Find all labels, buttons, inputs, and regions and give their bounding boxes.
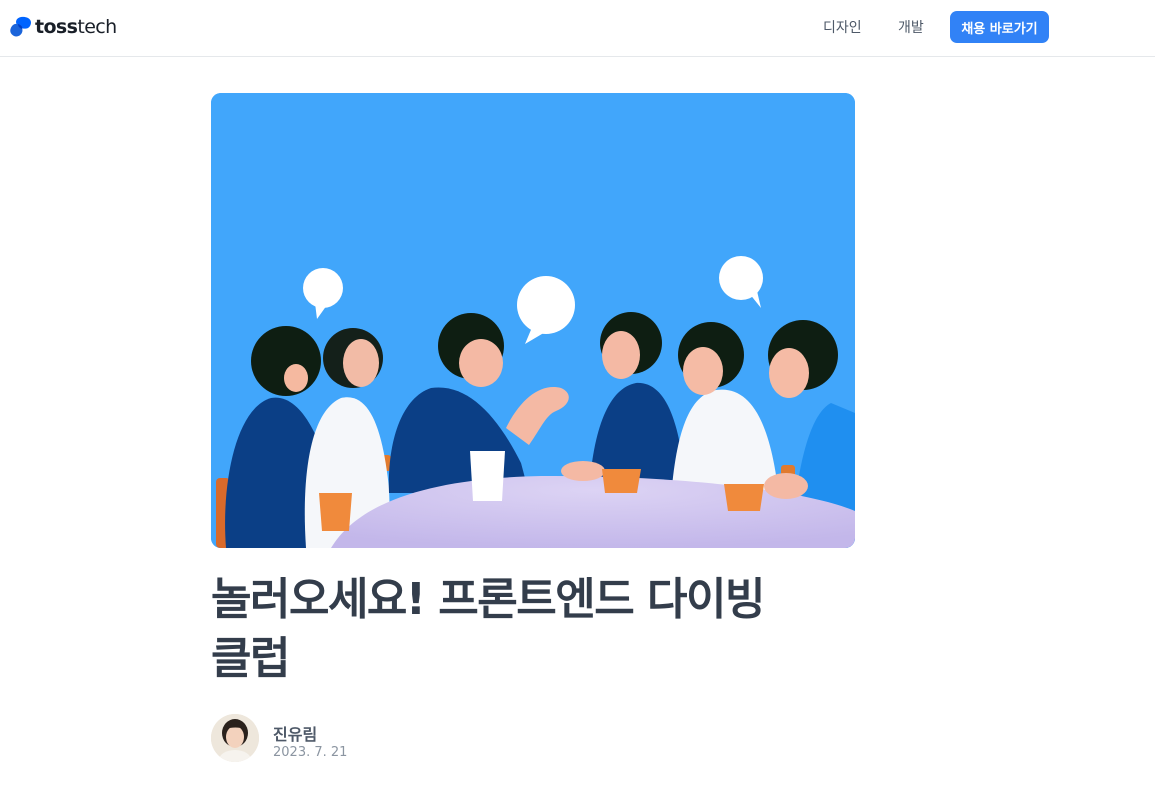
logo-wordmark: tosstech — [35, 16, 117, 38]
article-title: 놀러오세요! 프론트엔드 다이빙 클럽 — [211, 574, 765, 684]
avatar-photo-icon — [211, 714, 259, 762]
toss-tech-logo[interactable]: tosstech — [9, 14, 117, 40]
recruit-button[interactable]: 채용 바로가기 — [950, 11, 1049, 43]
nav-design-link[interactable]: 디자인 — [823, 17, 862, 37]
hero-illustration — [211, 93, 855, 548]
author-avatar — [211, 714, 259, 762]
author-name: 진유림 — [273, 725, 318, 744]
site-header: tosstech 디자인 개발 채용 바로가기 — [0, 0, 1155, 57]
meeting-illustration — [211, 93, 855, 548]
nav-dev-link[interactable]: 개발 — [898, 17, 924, 37]
post-date: 2023. 7. 21 — [273, 745, 348, 760]
toss-logo-icon — [10, 16, 31, 37]
